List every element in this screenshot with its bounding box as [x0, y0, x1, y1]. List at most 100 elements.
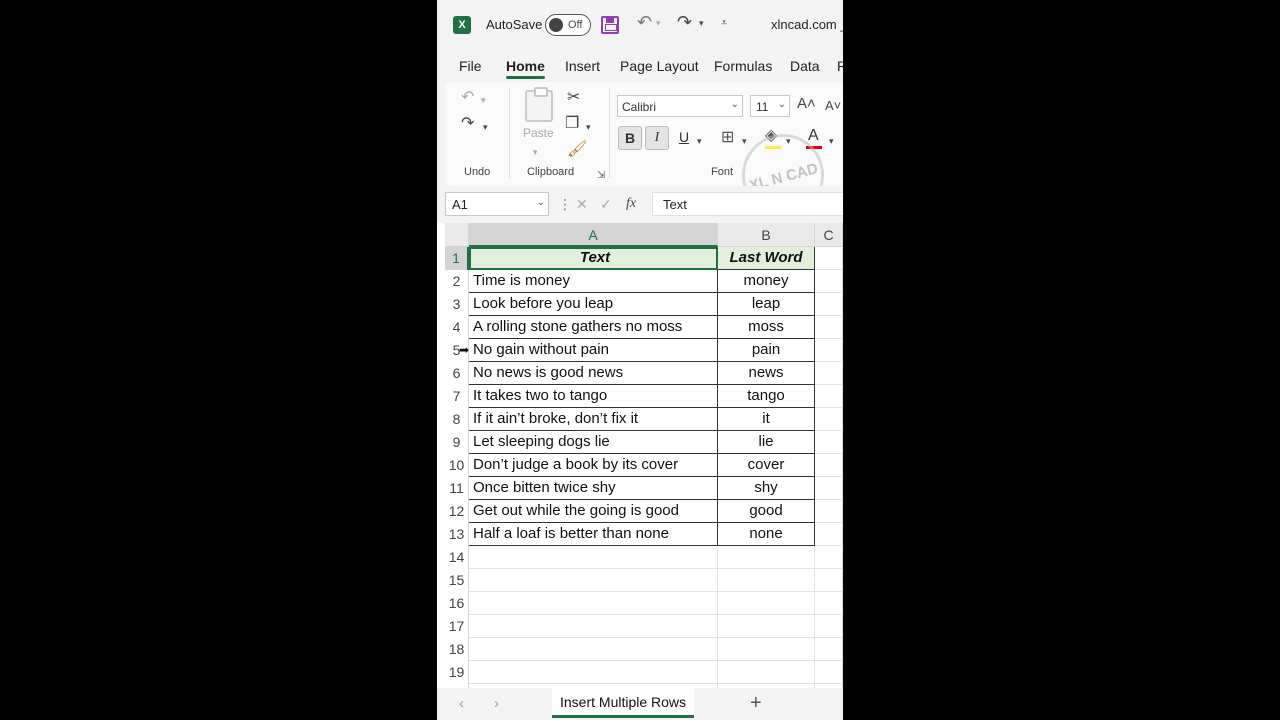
undo-dropdown-icon[interactable]: ▾ [656, 18, 661, 29]
borders-dropdown-icon[interactable]: ▾ [742, 133, 747, 149]
italic-button[interactable]: I [645, 126, 669, 150]
empty-cell[interactable] [718, 661, 815, 684]
redo-dropdown-icon[interactable]: ▾ [483, 119, 488, 135]
paste-icon[interactable] [525, 87, 553, 122]
row-header[interactable]: 16 [445, 592, 469, 615]
table-cell-last-word[interactable]: tango [718, 385, 815, 408]
empty-cell[interactable] [718, 638, 815, 661]
empty-cell[interactable] [718, 592, 815, 615]
column-header-a[interactable]: A [469, 223, 718, 247]
empty-cell[interactable] [815, 638, 843, 661]
paste-button[interactable]: Paste [523, 126, 554, 140]
table-cell-text[interactable]: No news is good news [469, 362, 718, 385]
empty-cell[interactable] [469, 546, 718, 569]
column-header-b[interactable]: B [718, 223, 815, 247]
add-sheet-button[interactable]: + [750, 692, 762, 715]
table-cell-text[interactable]: Don’t judge a book by its cover [469, 454, 718, 477]
table-cell-text[interactable]: Once bitten twice shy [469, 477, 718, 500]
table-cell-last-word[interactable]: leap [718, 293, 815, 316]
empty-cell[interactable] [815, 408, 843, 431]
tab-insert[interactable]: Insert [565, 58, 600, 74]
empty-cell[interactable] [815, 569, 843, 592]
table-cell-last-word[interactable]: money [718, 270, 815, 293]
font-size-select[interactable]: 11 ⌄ [750, 95, 790, 117]
empty-cell[interactable] [815, 362, 843, 385]
column-header-c[interactable]: C [815, 223, 843, 247]
row-header[interactable]: 1 [445, 247, 469, 270]
table-cell-text[interactable]: Half a loaf is better than none [469, 523, 718, 546]
copy-icon[interactable]: ❐ [565, 116, 579, 132]
empty-cell[interactable] [815, 454, 843, 477]
save-icon[interactable] [601, 16, 619, 34]
table-cell-text[interactable]: Get out while the going is good [469, 500, 718, 523]
empty-cell[interactable] [718, 569, 815, 592]
table-cell-text[interactable]: No gain without pain [469, 339, 718, 362]
row-header[interactable]: 10 [445, 454, 469, 477]
header-cell-last-word[interactable]: Last Word [718, 247, 815, 270]
copy-dropdown-icon[interactable]: ▾ [586, 119, 591, 135]
cut-icon[interactable]: ✂ [567, 90, 580, 106]
redo-icon[interactable]: ↷ [461, 116, 474, 132]
tab-file[interactable]: File [459, 58, 482, 74]
tab-data[interactable]: Data [790, 58, 820, 74]
table-cell-text[interactable]: Time is money [469, 270, 718, 293]
enter-icon[interactable]: ✓ [600, 196, 612, 213]
redo-icon[interactable]: ↷ [677, 12, 692, 33]
table-cell-last-word[interactable]: pain [718, 339, 815, 362]
table-cell-last-word[interactable]: none [718, 523, 815, 546]
row-header[interactable]: 4 [445, 316, 469, 339]
table-cell-last-word[interactable]: cover [718, 454, 815, 477]
table-cell-last-word[interactable]: good [718, 500, 815, 523]
table-cell-text[interactable]: It takes two to tango [469, 385, 718, 408]
insert-function-icon[interactable]: fx [626, 196, 636, 212]
empty-cell[interactable] [718, 546, 815, 569]
chevron-right-icon[interactable]: › [494, 695, 499, 712]
row-header[interactable]: 11 [445, 477, 469, 500]
redo-dropdown-icon[interactable]: ▾ [699, 18, 704, 29]
empty-cell[interactable] [469, 638, 718, 661]
row-header[interactable]: 14 [445, 546, 469, 569]
row-header[interactable]: 13 [445, 523, 469, 546]
tab-page-layout[interactable]: Page Layout [620, 58, 699, 74]
customize-qat-icon[interactable]: ⩡ [721, 17, 727, 30]
empty-cell[interactable] [815, 431, 843, 454]
empty-cell[interactable] [469, 661, 718, 684]
table-cell-last-word[interactable]: lie [718, 431, 815, 454]
table-cell-last-word[interactable]: moss [718, 316, 815, 339]
empty-cell[interactable] [815, 523, 843, 546]
name-box[interactable]: A1 ⌄ [445, 192, 549, 216]
table-cell-text[interactable]: A rolling stone gathers no moss [469, 316, 718, 339]
empty-cell[interactable] [469, 592, 718, 615]
format-painter-icon[interactable]: 🖌 [567, 142, 587, 158]
row-header[interactable]: 12 [445, 500, 469, 523]
font-color-dropdown-icon[interactable]: ▾ [829, 133, 834, 149]
header-cell-text[interactable]: Text [469, 247, 718, 270]
underline-button[interactable]: U [672, 126, 696, 150]
paste-dropdown-icon[interactable]: ▾ [533, 144, 538, 160]
empty-cell[interactable] [469, 615, 718, 638]
tab-review[interactable]: R [837, 58, 843, 74]
empty-cell[interactable] [815, 500, 843, 523]
undo-dropdown-icon[interactable]: ▾ [481, 92, 486, 108]
empty-cell[interactable] [815, 385, 843, 408]
empty-cell[interactable] [469, 569, 718, 592]
table-cell-last-word[interactable]: it [718, 408, 815, 431]
empty-cell[interactable] [815, 270, 843, 293]
tab-home[interactable]: Home [506, 58, 545, 79]
undo-icon[interactable]: ↶ [461, 90, 474, 106]
table-cell-text[interactable]: Look before you leap [469, 293, 718, 316]
bold-button[interactable]: B [618, 126, 642, 150]
tab-formulas[interactable]: Formulas [714, 58, 772, 74]
undo-icon[interactable]: ↶ [637, 12, 652, 33]
row-header[interactable]: 19 [445, 661, 469, 684]
row-header[interactable]: 6 [445, 362, 469, 385]
autosave-toggle[interactable]: Off [545, 14, 591, 36]
row-header[interactable]: 17 [445, 615, 469, 638]
empty-cell[interactable] [718, 615, 815, 638]
empty-cell[interactable] [815, 592, 843, 615]
font-color-icon[interactable]: A [808, 128, 819, 144]
row-header[interactable]: 2 [445, 270, 469, 293]
shrink-font-icon[interactable]: A˅ [825, 98, 841, 114]
table-cell-text[interactable]: If it ain’t broke, don’t fix it [469, 408, 718, 431]
select-all-corner[interactable] [445, 223, 469, 247]
